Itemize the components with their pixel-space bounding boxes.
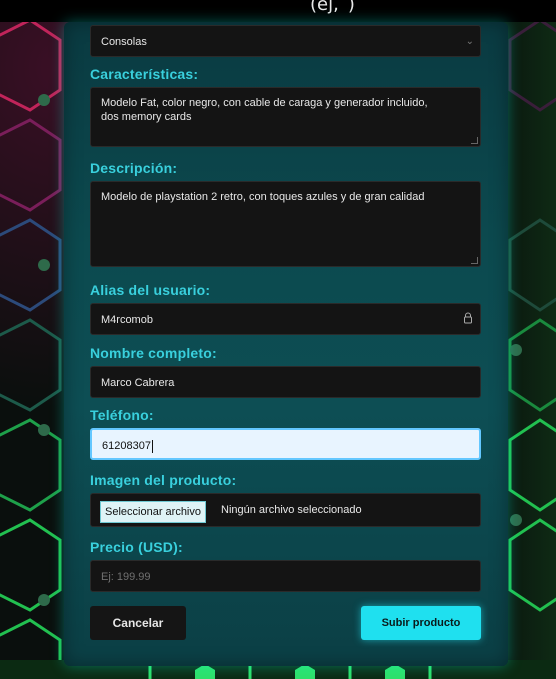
category-select[interactable]: Consolas ⌄ bbox=[90, 25, 481, 57]
phone-label: Teléfono: bbox=[90, 407, 154, 423]
image-label: Imagen del producto: bbox=[90, 472, 237, 488]
top-bar-text: (éj,´) bbox=[310, 0, 355, 15]
alias-value: M4rcomob bbox=[101, 314, 153, 326]
select-file-button[interactable]: Seleccionar archivo bbox=[100, 501, 206, 523]
phone-value: 61208307 bbox=[102, 440, 151, 452]
file-status: Ningún archivo seleccionado bbox=[221, 504, 362, 516]
full-name-input[interactable]: Marco Cabrera bbox=[90, 366, 481, 398]
full-name-label: Nombre completo: bbox=[90, 345, 217, 361]
phone-input[interactable]: 61208307 bbox=[90, 428, 481, 460]
resize-handle-icon[interactable] bbox=[471, 257, 478, 264]
chevron-down-icon: ⌄ bbox=[465, 36, 474, 47]
price-placeholder: Ej: 199.99 bbox=[101, 571, 151, 583]
text-caret bbox=[151, 439, 153, 453]
alias-label: Alias del usuario: bbox=[90, 282, 211, 298]
image-file-input[interactable]: Seleccionar archivo Ningún archivo selec… bbox=[90, 493, 481, 527]
resize-handle-icon[interactable] bbox=[471, 137, 478, 144]
price-label: Precio (USD): bbox=[90, 539, 183, 555]
description-value: Modelo de playstation 2 retro, con toque… bbox=[101, 191, 425, 203]
features-line-1: Modelo Fat, color negro, con cable de ca… bbox=[101, 97, 428, 109]
cancel-button[interactable]: Cancelar bbox=[90, 606, 186, 640]
lock-icon bbox=[464, 312, 472, 324]
category-value: Consolas bbox=[101, 36, 147, 48]
description-label: Descripción: bbox=[90, 160, 178, 176]
full-name-value: Marco Cabrera bbox=[101, 377, 175, 389]
description-textarea[interactable]: Modelo de playstation 2 retro, con toque… bbox=[90, 181, 481, 267]
alias-input[interactable]: M4rcomob bbox=[90, 303, 481, 335]
price-input[interactable]: Ej: 199.99 bbox=[90, 560, 481, 592]
features-textarea[interactable]: Modelo Fat, color negro, con cable de ca… bbox=[90, 87, 481, 147]
features-line-2: dos memory cards bbox=[101, 111, 192, 123]
features-label: Características: bbox=[90, 66, 199, 82]
top-bar: (éj,´) bbox=[0, 0, 556, 22]
submit-product-button[interactable]: Subir producto bbox=[361, 606, 481, 640]
